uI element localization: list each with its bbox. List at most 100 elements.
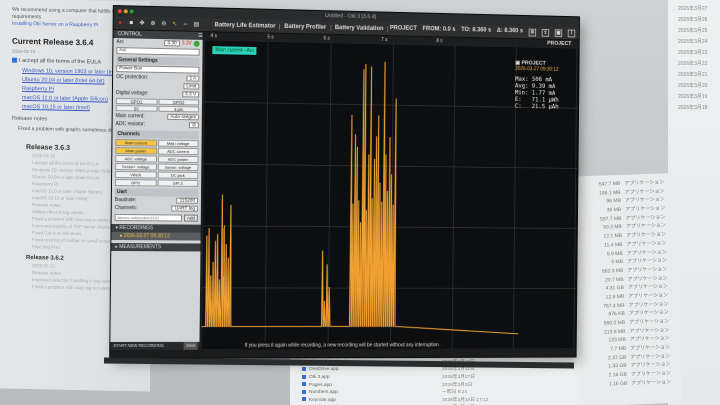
channel-toggle[interactable]: VBUS [115,171,157,179]
chart-area[interactable]: 4 s 5 s 6 s 7 s 8 s PROJECT Main current… [201,32,579,350]
oc-protection-input[interactable]: 1 A [186,75,200,82]
tab-battery-validation[interactable]: Battery Validation [331,24,389,32]
file-row[interactable]: Otii 3.app 2026年3月27日 [302,374,580,382]
stat-value: 21.5 μAh [531,103,559,111]
stat-row: C: 21.5 μAh [515,103,573,111]
channel-toggle[interactable]: Sense+ voltage [115,163,157,171]
date-item: 2026年3月22 [678,61,708,67]
kind-value: アプリケーション [625,205,666,213]
main-current-select[interactable]: Auto-ranges [167,113,199,121]
measurements-header[interactable]: ▸ MEASUREMENTS [111,242,201,252]
kind-value: アプリケーション [627,283,668,291]
date-item: 2026年3月27 [678,6,708,12]
date-item: 2026年3月25 [678,28,708,34]
file-date: 2026年3月3日 [442,382,473,388]
channel-toggle[interactable]: DC jack [157,171,199,179]
channel-toggle[interactable]: GPI 2 [157,179,199,187]
channel-toggle[interactable]: ADC power [157,155,199,164]
channel-toggle[interactable]: Main current [115,139,157,147]
voltage-input[interactable]: 3.30 [164,40,180,47]
window-controls [117,9,134,14]
channel-toggle[interactable]: Main power [115,147,157,155]
channel-toggle[interactable]: GPI1 [114,179,157,187]
control-title: CONTROL [117,31,142,38]
5v-button[interactable]: 5V [115,105,158,112]
start-recording-bar: START NEW RECORDING Save [110,341,200,351]
kind-value: アプリケーション [631,379,672,387]
intro-sentence: We recommend using a computer that fulfi… [12,6,119,21]
file-row[interactable]: Pages.app 2026年3月3日 [302,382,580,390]
ruler-icon[interactable]: ▤ [192,20,201,29]
date-item: 2026年3月23 [678,50,708,56]
trace-label-badge: Main current - Arc [212,46,257,55]
channel-toggle[interactable]: Sense- voltage [157,163,199,171]
kind-value: アプリケーション [629,326,670,335]
tab-battery-profiler[interactable]: Battery Profiler [280,23,332,31]
4pin-button[interactable]: 4-pin [157,105,199,113]
layout-icon[interactable]: ▦ [554,28,563,37]
delta-value: Δ: 8.360 s [496,27,524,34]
panel-menu-icon[interactable]: ☰ [198,32,202,40]
size-row: 1.16 GB アプリケーション [597,378,681,390]
file-date: 2026年3月27日 [442,374,476,380]
oc-protection-label: OC protection: [116,74,149,81]
zoom-button[interactable] [129,9,134,14]
time-tick: 5 s [267,34,274,41]
zoom-out-icon[interactable]: ⊖ [159,19,168,28]
device-path-input[interactable]: /dev/cu.usbmodem3101 [114,214,183,222]
recording-date: 2026-03-27 09:30:12 [123,233,170,240]
move-icon[interactable]: ✥ [138,19,147,28]
kind-value: アプリケーション [630,361,671,370]
file-name: Otii 3.app [302,374,442,382]
cursor-icon[interactable]: ↖ [170,19,179,28]
range-icon[interactable]: ⇔ [181,20,190,29]
record-icon[interactable]: ● [116,18,125,27]
checkbox-icon[interactable] [12,57,17,63]
gpo1-button[interactable]: GPO1 [115,98,158,105]
file-name: Pages.app [302,382,442,390]
kind-value: アプリケーション [628,300,669,309]
tool-tabs: Battery Life Estimator Battery Profiler … [210,21,389,32]
adc-resistor-label: ADC resistor: [115,121,146,128]
app-icon [302,382,306,387]
save-button[interactable]: Save [184,341,198,350]
gpio-buttons: GPO1 GPO2 5V 4-pin [115,98,200,113]
power-toggle[interactable] [193,40,200,47]
gpo2-button[interactable]: GPO2 [158,98,200,106]
chart-icon[interactable]: ⌇ [567,29,576,37]
settings-icon[interactable]: ⚙ [528,28,537,37]
file-row[interactable]: Numbers.app 一昨日 9:24 [302,389,580,397]
minimize-button[interactable] [123,9,128,14]
kind-value: アプリケーション [627,274,668,283]
stop-icon[interactable]: ■ [127,18,136,27]
digital-voltage-input[interactable]: 3.3 V [182,91,200,98]
kind-value: アプリケーション [626,231,667,239]
channel-toggle[interactable]: ADC current [157,147,199,156]
close-button[interactable] [117,9,122,14]
start-recording-button[interactable]: START NEW RECORDING [113,342,164,350]
app-icon [302,374,306,379]
file-name-text: Otii 3.app [309,374,330,380]
baudrate-label: Baudrate: [114,197,137,204]
time-tick: 7 s [381,36,388,43]
adc-resistor-input[interactable]: Ω [189,122,199,129]
device-name: Arc [116,39,124,46]
control-panel: CONTROL ☰ Arc 3.30 3.3V Arc General Setti… [110,30,203,351]
uart-log-button[interactable]: UART log [171,205,198,212]
otii-window: Untitled - Otii 3 [3.6.4] ● ■ ✥ ⊕ ⊖ ↖ ⇔ … [110,6,580,359]
intro-link[interactable]: Installing Otii Server on a Raspberry Pi [12,21,98,29]
zoom-in-icon[interactable]: ⊕ [148,19,157,28]
kind-value: アプリケーション [624,179,665,187]
baudrate-input[interactable]: 115200 [176,197,199,204]
channel-toggle[interactable]: ADC voltage [115,155,157,163]
date-item: 2026年3月18 [678,105,708,111]
export-icon[interactable]: ⇪ [541,28,550,37]
channel-toggle[interactable]: Main voltage [157,139,199,148]
device-select[interactable]: Arc [116,47,200,56]
window-title: Untitled - Otii 3 [3.6.4] [325,13,377,21]
add-button[interactable]: Add [184,214,198,222]
recording-item[interactable]: ● 2026-03-27 09:30:12 [111,231,201,241]
file-row[interactable]: Keynote.app 2026年3月10日 17:12 [302,397,580,405]
tab-battery-life-estimator[interactable]: Battery Life Estimator [210,21,281,30]
limit-select[interactable]: Limit [183,83,200,90]
